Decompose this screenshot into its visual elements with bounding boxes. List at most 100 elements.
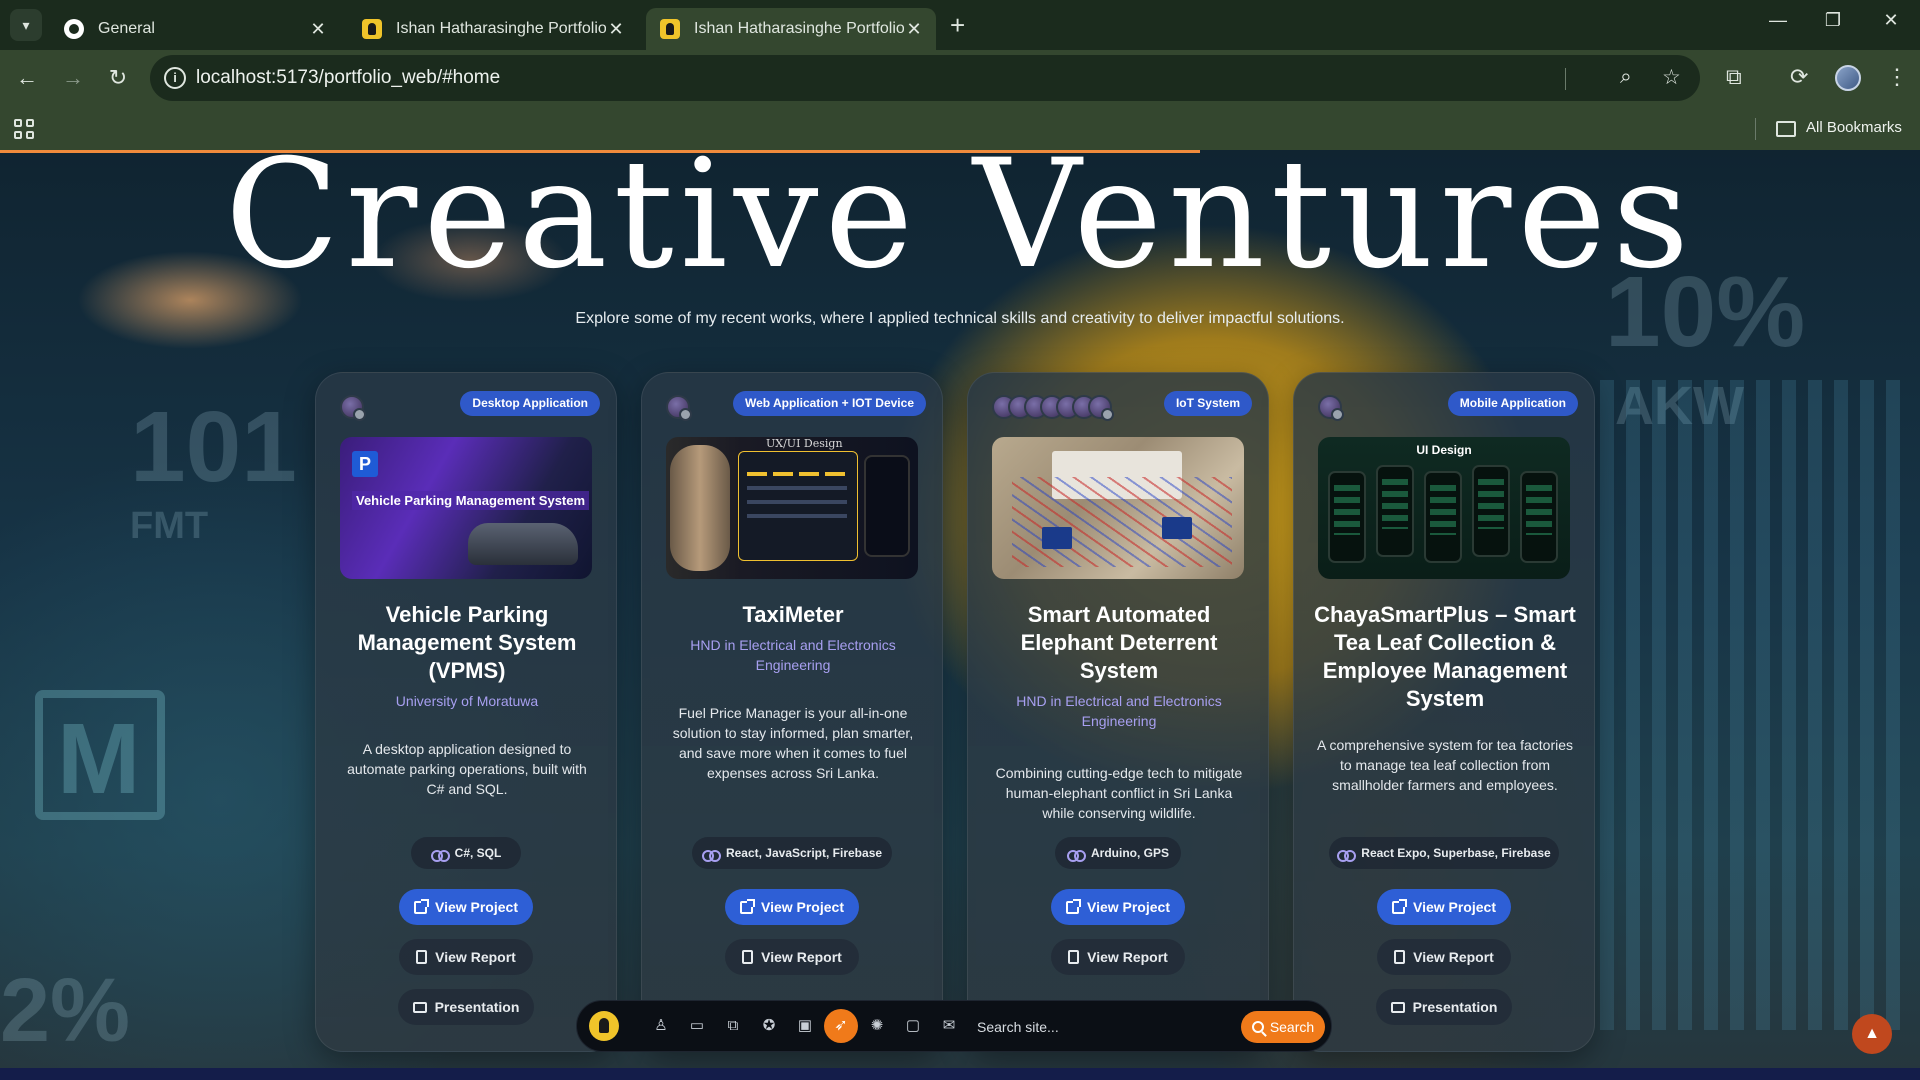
project-title: TaxiMeter bbox=[742, 602, 844, 627]
project-thumbnail[interactable] bbox=[992, 437, 1244, 579]
project-thumbnail[interactable]: UI Design bbox=[1318, 437, 1570, 579]
background-decoration: 101 bbox=[130, 391, 297, 503]
view-report-button[interactable]: View Report bbox=[1377, 939, 1511, 975]
project-title: ChayaSmartPlus – Smart Tea Leaf Collecti… bbox=[1314, 602, 1576, 711]
address-bar[interactable]: i localhost:5173/portfolio_web/#home ⌕ ☆ bbox=[150, 55, 1700, 101]
presentation-button[interactable]: Presentation bbox=[1376, 989, 1512, 1025]
view-project-button[interactable]: View Project bbox=[399, 889, 533, 925]
project-card-elephant-deterrent: IoT System Smart Automated Elephant Dete… bbox=[967, 372, 1269, 1052]
profile-avatar[interactable] bbox=[1835, 65, 1861, 91]
search-button[interactable]: Search bbox=[1241, 1011, 1325, 1043]
dashboard-illustration bbox=[738, 451, 858, 561]
tab-search-button[interactable]: ▾ bbox=[10, 9, 42, 41]
award-icon[interactable]: ✪ bbox=[759, 1016, 779, 1036]
project-card-taximeter: Web Application + IOT Device UX/UI Desig… bbox=[641, 372, 943, 1052]
tech-icon bbox=[430, 846, 450, 862]
tab-title: Ishan Hatharasinghe Portfolio bbox=[396, 20, 606, 37]
project-organization: HND in Electrical and Electronics Engine… bbox=[1016, 693, 1222, 729]
tech-stack-chip: C#, SQL bbox=[411, 837, 521, 869]
project-thumbnail[interactable]: UX/UI Design bbox=[666, 437, 918, 579]
home-logo-button[interactable] bbox=[589, 1011, 619, 1041]
avatar-icon bbox=[362, 19, 382, 39]
category-badge: Web Application + IOT Device bbox=[732, 391, 926, 416]
toolbar-divider bbox=[1565, 68, 1566, 90]
document-icon bbox=[742, 950, 754, 964]
close-icon[interactable]: ✕ bbox=[308, 19, 328, 40]
reload-button[interactable]: ↻ bbox=[103, 65, 133, 91]
tab-title: General bbox=[98, 20, 155, 37]
category-badge: Desktop Application bbox=[460, 391, 600, 416]
button-label: Presentation bbox=[434, 999, 520, 1015]
close-icon[interactable]: ✕ bbox=[606, 19, 626, 40]
view-project-button[interactable]: View Project bbox=[725, 889, 859, 925]
module-illustration bbox=[1162, 517, 1192, 539]
document-icon bbox=[416, 950, 428, 964]
tech-stack-chip: React Expo, Superbase, Firebase bbox=[1329, 837, 1559, 869]
tab-general[interactable]: General ✕ bbox=[50, 8, 340, 50]
avatar bbox=[340, 395, 366, 421]
contributor-avatars bbox=[1318, 395, 1344, 421]
car-illustration bbox=[670, 445, 730, 571]
tab-portfolio-1[interactable]: Ishan Hatharasinghe Portfolio ✕ bbox=[348, 8, 638, 50]
button-label: View Project bbox=[434, 899, 518, 915]
page-viewport: 101 FMT 10% AKW 2% Creative Ventures Exp… bbox=[0, 150, 1920, 1080]
scroll-to-top-button[interactable]: ▲ bbox=[1852, 1014, 1892, 1054]
user-icon[interactable]: ♙ bbox=[651, 1016, 671, 1036]
view-project-button[interactable]: View Project bbox=[1051, 889, 1185, 925]
forward-button[interactable]: → bbox=[58, 65, 88, 91]
extensions-icon[interactable]: ⧉ bbox=[1726, 64, 1742, 90]
project-organization: HND in Electrical and Electronics Engine… bbox=[690, 637, 896, 673]
tab-portfolio-2[interactable]: Ishan Hatharasinghe Portfolio ✕ bbox=[646, 8, 936, 50]
tablet-icon[interactable]: ▭ bbox=[687, 1016, 707, 1036]
minimize-button[interactable]: — bbox=[1763, 10, 1793, 31]
folder-icon[interactable] bbox=[1776, 121, 1796, 137]
view-report-button[interactable]: View Report bbox=[399, 939, 533, 975]
site-info-icon[interactable]: i bbox=[164, 67, 186, 89]
menu-icon[interactable]: ⋮ bbox=[1886, 64, 1908, 90]
project-description: A desktop application designed to automa… bbox=[347, 741, 587, 797]
external-link-icon bbox=[1391, 898, 1407, 914]
palette-icon[interactable]: ✺ bbox=[867, 1016, 887, 1036]
rocket-icon[interactable]: ➶ bbox=[824, 1009, 858, 1043]
section-subtitle: Explore some of my recent works, where I… bbox=[575, 310, 1345, 327]
devices-icon[interactable]: ⧉ bbox=[723, 1016, 743, 1036]
zoom-icon[interactable]: ⌕ bbox=[1620, 65, 1632, 89]
view-report-button[interactable]: View Report bbox=[1051, 939, 1185, 975]
tech-stack-label: React Expo, Superbase, Firebase bbox=[1361, 846, 1551, 860]
project-title: Vehicle Parking Management System (VPMS) bbox=[357, 602, 577, 683]
category-badge: IoT System bbox=[1163, 391, 1252, 416]
avatar bbox=[1088, 395, 1114, 421]
url-text[interactable]: localhost:5173/portfolio_web/#home bbox=[196, 67, 500, 89]
mail-icon[interactable]: ✉ bbox=[939, 1016, 959, 1036]
presentation-button[interactable]: Presentation bbox=[398, 989, 534, 1025]
site-search-input[interactable] bbox=[977, 1013, 1207, 1041]
project-thumbnail[interactable]: P Vehicle Parking Management System bbox=[340, 437, 592, 579]
restore-button[interactable]: ❐ bbox=[1818, 10, 1848, 31]
floating-nav-dock: ♙ ▭ ⧉ ✪ ▣ ➶ ✺ ▢ ✉ Search bbox=[576, 1000, 1332, 1052]
project-description: Fuel Price Manager is your all-in-one so… bbox=[672, 705, 914, 781]
avatar-icon bbox=[660, 19, 680, 39]
performance-icon[interactable]: ⟳ bbox=[1790, 64, 1808, 90]
briefcase-icon[interactable]: ▣ bbox=[795, 1016, 815, 1036]
parking-icon: P bbox=[352, 451, 378, 477]
new-tab-button[interactable]: + bbox=[950, 12, 965, 38]
apps-grid-icon[interactable] bbox=[14, 119, 34, 139]
chat-icon[interactable]: ▢ bbox=[903, 1016, 923, 1036]
contributor-avatars bbox=[992, 395, 1114, 421]
section-title: Creative Ventures bbox=[224, 150, 1696, 302]
view-project-button[interactable]: View Project bbox=[1377, 889, 1511, 925]
tech-icon bbox=[701, 846, 721, 862]
bookmark-star-icon[interactable]: ☆ bbox=[1662, 65, 1681, 90]
background-decoration: FMT bbox=[130, 505, 209, 547]
presentation-icon bbox=[412, 1001, 427, 1013]
all-bookmarks-link[interactable]: All Bookmarks bbox=[1806, 119, 1902, 136]
browser-toolbar: ← → ↻ i localhost:5173/portfolio_web/#ho… bbox=[0, 50, 1920, 108]
view-report-button[interactable]: View Report bbox=[725, 939, 859, 975]
tech-stack-chip: React, JavaScript, Firebase bbox=[692, 837, 892, 869]
close-icon[interactable]: ✕ bbox=[904, 19, 924, 40]
phone-illustration bbox=[864, 455, 910, 557]
back-button[interactable]: ← bbox=[12, 65, 42, 91]
button-label: View Report bbox=[1087, 949, 1168, 965]
phone-illustration bbox=[1328, 471, 1366, 563]
window-close-button[interactable]: ✕ bbox=[1876, 10, 1906, 31]
